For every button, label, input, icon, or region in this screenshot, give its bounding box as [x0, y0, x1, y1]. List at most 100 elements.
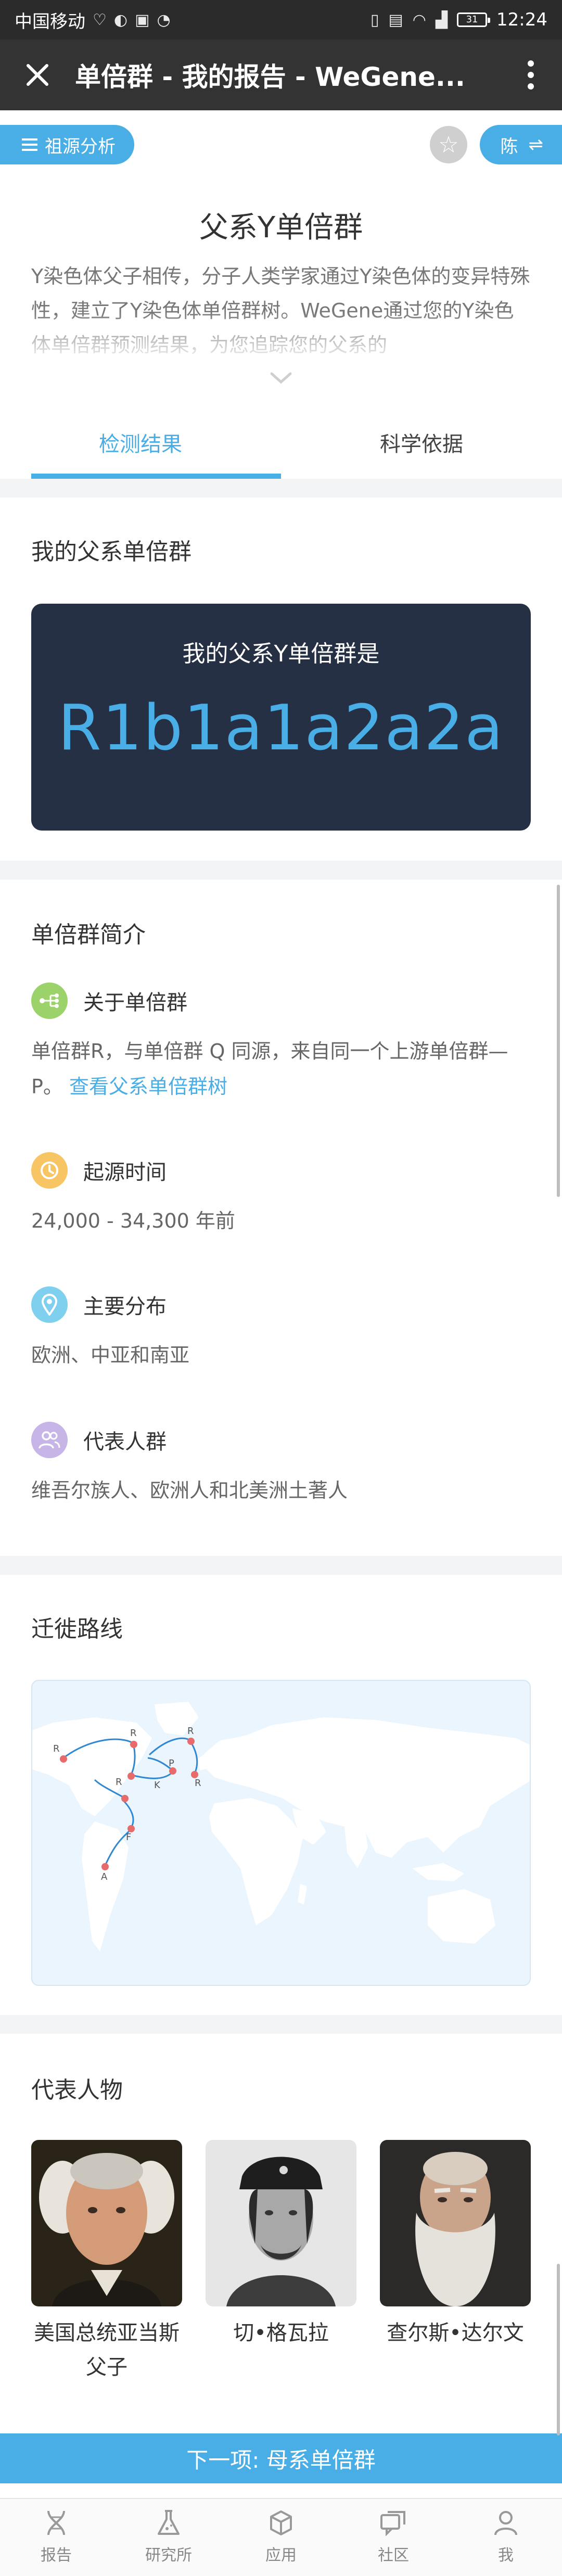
- tab-results[interactable]: 检测结果: [0, 406, 281, 479]
- map-label: R: [116, 1777, 122, 1788]
- populations-heading: 代表人群: [31, 1422, 167, 1458]
- view-paternal-tree-link[interactable]: 查看父系单倍群树: [69, 1075, 227, 1098]
- scrollbar[interactable]: [557, 885, 560, 1197]
- clock-icon: [31, 1152, 68, 1189]
- map-label: R: [53, 1743, 60, 1754]
- more-icon-dot: [528, 60, 534, 67]
- ancestry-analysis-button[interactable]: 祖源分析: [0, 125, 134, 164]
- clock-time: 12:24: [496, 9, 547, 30]
- haplogroup-intro-heading: 单倍群简介: [31, 922, 146, 948]
- favorite-button[interactable]: ☆: [430, 126, 467, 163]
- more-icon-dot: [528, 72, 534, 78]
- paternal-haplogroup-heading: 我的父系单倍群: [31, 539, 191, 565]
- tab-scientific-basis[interactable]: 科学依据: [281, 406, 562, 479]
- divider: [0, 2015, 562, 2034]
- origin-time-heading: 起源时间: [31, 1152, 167, 1189]
- figure-name: 查尔斯•达尔文: [387, 2321, 524, 2345]
- report-toolbar: 祖源分析 ☆ 陈 ⇌: [0, 125, 562, 167]
- nav-item-institute[interactable]: 研究所: [112, 2499, 225, 2576]
- migration-map[interactable]: A F K P R R R R R: [31, 1680, 531, 1986]
- close-icon: [27, 64, 48, 86]
- chat-icon: [380, 2511, 405, 2536]
- vibrate-icon: ▯: [370, 10, 379, 29]
- divider: [0, 479, 562, 498]
- status-bar: 中国移动 ♡ ◐ ▣ ◔ ▯ ▤ ◠ ▟ 31 12:24: [0, 0, 562, 40]
- image-icon: ▣: [135, 10, 150, 29]
- page-title-bar: 单倍群 - 我的报告 - WeGene...: [75, 62, 465, 92]
- distribution-label: 主要分布: [83, 1295, 167, 1319]
- star-icon: ☆: [438, 131, 459, 158]
- map-label: R: [195, 1778, 201, 1789]
- tab-bar: 检测结果 科学依据: [0, 406, 562, 479]
- nav-label: 报告: [41, 2546, 72, 2565]
- map-label: A: [101, 1871, 108, 1882]
- app-icon: ◔: [157, 10, 171, 29]
- about-haplogroup-text: 单倍群R，与单倍群 Q 同源，来自同一个上游单倍群—P。 查看父系单倍群树: [31, 1034, 531, 1104]
- nav-label: 应用: [265, 2546, 297, 2565]
- map-label: P: [169, 1758, 174, 1769]
- carrier-label: 中国移动: [15, 11, 85, 32]
- map-label: K: [154, 1780, 160, 1791]
- populations-value: 维吾尔族人、欧洲人和北美洲土著人: [31, 1479, 348, 1502]
- origin-time-value: 24,000 - 34,300 年前: [31, 1209, 235, 1232]
- cube-icon: [270, 2510, 292, 2535]
- nav-item-apps[interactable]: 应用: [225, 2499, 337, 2576]
- nav-item-report[interactable]: 报告: [0, 2499, 112, 2576]
- signal-icon: ▟: [435, 10, 448, 29]
- distribution-heading: 主要分布: [31, 1286, 167, 1323]
- map-label: F: [126, 1832, 132, 1843]
- heart-monitor-icon: ♡: [93, 10, 107, 29]
- report-title: 父系Y单倍群: [199, 211, 363, 245]
- divider: [0, 1556, 562, 1575]
- world-map: [32, 1702, 530, 1952]
- app-bar: 单倍群 - 我的报告 - WeGene...: [0, 40, 562, 110]
- about-haplogroup-heading: 关于单倍群: [31, 983, 187, 1019]
- close-button[interactable]: [0, 40, 75, 110]
- migration-route-heading: 迁徙路线: [31, 1616, 123, 1642]
- scrollbar[interactable]: [557, 2264, 560, 2435]
- portrait-image: [206, 2140, 356, 2306]
- figure-name: 美国总统亚当斯父子: [34, 2321, 180, 2379]
- figure-card-guevara[interactable]: 切•格瓦拉: [206, 2140, 356, 2350]
- wifi-icon: ◠: [412, 10, 426, 29]
- nav-label: 我: [498, 2546, 514, 2565]
- map-label: R: [130, 1728, 137, 1739]
- figure-card-adams[interactable]: 美国总统亚当斯父子: [31, 2140, 182, 2384]
- ancestry-analysis-label: 祖源分析: [45, 136, 116, 157]
- result-label: 我的父系Y单倍群是: [182, 641, 380, 667]
- portrait-image: [380, 2140, 531, 2306]
- haplogroup-result-card: 我的父系Y单倍群是 R1b1a1a2a2a: [31, 604, 531, 831]
- figure-card-darwin[interactable]: 查尔斯•达尔文: [380, 2140, 531, 2350]
- origin-time-label: 起源时间: [83, 1161, 167, 1184]
- tree-icon: [31, 983, 68, 1019]
- user-icon: [494, 2511, 517, 2535]
- user-name-label: 陈: [500, 136, 518, 157]
- bottom-navigation: 报告 研究所 应用 社区 我: [0, 2498, 562, 2576]
- nav-item-community[interactable]: 社区: [337, 2499, 450, 2576]
- more-menu-button[interactable]: [500, 40, 562, 110]
- distribution-value: 欧洲、中亚和南亚: [31, 1344, 190, 1367]
- nav-label: 研究所: [145, 2546, 192, 2565]
- next-item-button[interactable]: 下一项: 母系单倍群: [0, 2433, 562, 2483]
- location-icon: [31, 1286, 68, 1323]
- chevron-down-icon[interactable]: [270, 371, 292, 385]
- nav-label: 社区: [378, 2546, 409, 2565]
- switch-user-button[interactable]: 陈 ⇌: [479, 125, 562, 164]
- more-icon-dot: [528, 83, 534, 90]
- divider: [0, 861, 562, 879]
- intro-fade: [0, 312, 562, 364]
- people-icon: [31, 1422, 68, 1458]
- menu-icon: [22, 138, 37, 151]
- switch-icon: ⇌: [528, 134, 544, 155]
- notification-icon: ◐: [113, 10, 128, 29]
- nav-item-me[interactable]: 我: [450, 2499, 562, 2576]
- representative-figures-heading: 代表人物: [31, 2077, 123, 2103]
- map-label: R: [187, 1726, 194, 1737]
- hd-icon: ▤: [388, 10, 403, 29]
- populations-label: 代表人群: [83, 1430, 167, 1454]
- dna-icon: [47, 2510, 65, 2535]
- about-haplogroup-label: 关于单倍群: [83, 991, 187, 1015]
- haplogroup-value: R1b1a1a2a2a: [58, 692, 504, 764]
- battery-icon: 31: [457, 12, 491, 27]
- figure-name: 切•格瓦拉: [233, 2321, 329, 2345]
